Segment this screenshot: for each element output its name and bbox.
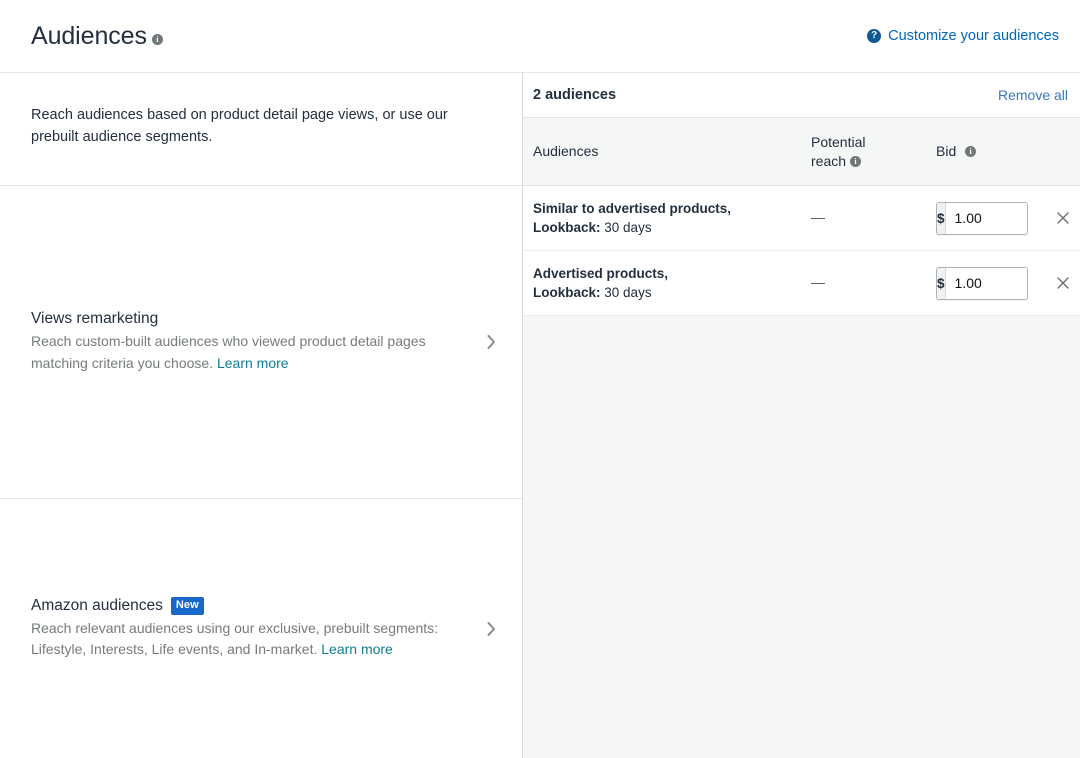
option-views-remarketing-description: Reach custom-built audiences who viewed … (31, 331, 457, 374)
column-header-bid: Bid (936, 142, 1046, 161)
audiences-page: Audiences Customize your audiences Reach… (0, 0, 1080, 758)
option-views-remarketing-content: Views remarketing Reach custom-built aud… (31, 310, 491, 374)
amazon-audiences-learn-more-link[interactable]: Learn more (321, 641, 393, 657)
selected-audiences-toolbar: 2 audiences Remove all (523, 73, 1080, 118)
intro-text: Reach audiences based on product detail … (31, 104, 482, 148)
column-header-potential-reach: Potential reach (811, 133, 936, 171)
column-header-bid-label: Bid (936, 143, 956, 159)
remove-all-link[interactable]: Remove all (998, 87, 1068, 103)
bid-info-icon[interactable] (965, 146, 976, 157)
views-remarketing-learn-more-link[interactable]: Learn more (217, 355, 289, 371)
chevron-right-icon[interactable] (484, 622, 498, 636)
row-lookback-label: Lookback: (533, 285, 601, 300)
column-header-potential-reach-line2: reach (811, 153, 846, 169)
potential-reach-info-icon[interactable] (850, 156, 861, 167)
row-audience-lookback: Lookback: 30 days (533, 283, 811, 303)
option-views-remarketing-title-row: Views remarketing (31, 310, 457, 328)
table-header-row: Audiences Potential reach Bid (523, 118, 1080, 186)
page-title: Audiences (31, 24, 147, 49)
row-audience-cell: Similar to advertised products, Lookback… (523, 199, 811, 238)
row-bid-cell: $ (936, 267, 1046, 300)
chevron-right-icon[interactable] (484, 335, 498, 349)
row-potential-reach-cell: — (811, 209, 936, 227)
bid-currency-prefix: $ (937, 203, 946, 234)
customize-link-label: Customize your audiences (888, 28, 1059, 44)
row-audience-cell: Advertised products, Lookback: 30 days (523, 264, 811, 303)
column-header-potential-reach-line1: Potential (811, 133, 936, 152)
customize-your-audiences-link[interactable]: Customize your audiences (867, 28, 1059, 44)
row-potential-reach-value: — (811, 274, 825, 290)
option-amazon-audiences-title-row: Amazon audiences New (31, 597, 457, 615)
column-header-audiences-label: Audiences (533, 143, 598, 159)
bid-currency-prefix: $ (937, 268, 946, 299)
right-panel: 2 audiences Remove all Audiences Potenti… (523, 73, 1080, 758)
bid-input-group[interactable]: $ (936, 202, 1028, 235)
option-amazon-audiences[interactable]: Amazon audiences New Reach relevant audi… (0, 499, 522, 758)
row-audience-lookback: Lookback: 30 days (533, 218, 811, 238)
page-header: Audiences Customize your audiences (0, 0, 1080, 73)
row-bid-cell: $ (936, 202, 1046, 235)
row-remove-cell (1046, 273, 1080, 293)
row-potential-reach-cell: — (811, 274, 936, 292)
left-panel: Reach audiences based on product detail … (0, 73, 523, 758)
option-amazon-audiences-content: Amazon audiences New Reach relevant audi… (31, 597, 491, 661)
page-title-group: Audiences (31, 24, 163, 49)
info-icon[interactable] (152, 34, 163, 45)
audiences-table: Audiences Potential reach Bid (523, 118, 1080, 316)
option-views-remarketing[interactable]: Views remarketing Reach custom-built aud… (0, 186, 522, 499)
new-badge: New (171, 597, 204, 615)
row-remove-cell (1046, 208, 1080, 228)
audiences-count-label: 2 audiences (533, 87, 616, 103)
row-audience-name: Similar to advertised products, (533, 199, 811, 219)
table-row: Advertised products, Lookback: 30 days —… (523, 251, 1080, 316)
bid-input[interactable] (946, 268, 1028, 299)
row-lookback-label: Lookback: (533, 220, 601, 235)
column-header-potential-reach-line2-wrap: reach (811, 152, 936, 171)
close-icon[interactable] (1053, 273, 1073, 293)
option-amazon-audiences-title: Amazon audiences (31, 597, 163, 615)
bid-input-group[interactable]: $ (936, 267, 1028, 300)
table-row: Similar to advertised products, Lookback… (523, 186, 1080, 251)
close-icon[interactable] (1053, 208, 1073, 228)
bid-input[interactable] (946, 203, 1028, 234)
column-header-audiences: Audiences (523, 142, 811, 161)
row-audience-name: Advertised products, (533, 264, 811, 284)
body-split: Reach audiences based on product detail … (0, 73, 1080, 758)
option-views-remarketing-title: Views remarketing (31, 310, 158, 328)
row-potential-reach-value: — (811, 209, 825, 225)
option-amazon-audiences-description: Reach relevant audiences using our exclu… (31, 618, 457, 661)
intro-block: Reach audiences based on product detail … (0, 73, 522, 186)
row-lookback-value: 30 days (604, 220, 651, 235)
row-lookback-value: 30 days (604, 285, 651, 300)
help-circle-icon (867, 29, 881, 43)
